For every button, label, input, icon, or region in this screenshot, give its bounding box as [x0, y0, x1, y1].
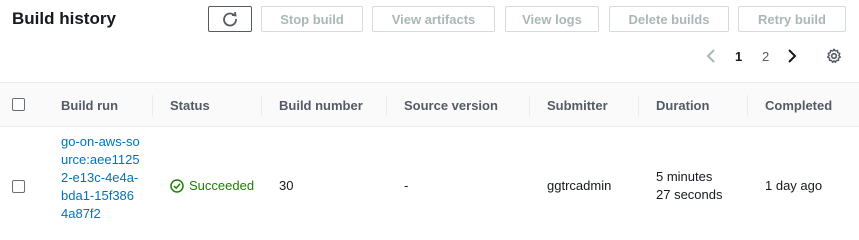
preferences-button[interactable] [826, 44, 844, 68]
column-header-source-version[interactable]: Source version [404, 83, 498, 128]
column-header-duration[interactable]: Duration [656, 83, 709, 128]
build-run-link[interactable]: go-on-aws-source:aee11252-e13c-4e4a-bda1… [61, 133, 141, 223]
column-header-completed[interactable]: Completed [765, 83, 832, 128]
next-page-button[interactable] [786, 44, 802, 68]
page-2-link[interactable]: 2 [762, 44, 769, 68]
view-logs-button[interactable]: View logs [505, 6, 599, 32]
column-header-build-run[interactable]: Build run [61, 83, 118, 128]
submitter-cell: ggtrcadmin [547, 178, 612, 193]
delete-builds-button[interactable]: Delete builds [609, 6, 729, 32]
duration-line-1: 5 minutes [656, 169, 713, 184]
column-divider [152, 95, 153, 116]
refresh-icon [223, 11, 237, 27]
column-header-build-number[interactable]: Build number [279, 83, 363, 128]
status-badge: Succeeded [170, 177, 254, 195]
status-text: Succeeded [189, 178, 255, 193]
chevron-right-icon [788, 49, 797, 63]
column-header-status[interactable]: Status [170, 83, 210, 128]
column-header-submitter[interactable]: Submitter [547, 83, 608, 128]
source-version-cell: - [404, 178, 409, 193]
column-divider [529, 95, 530, 116]
page-1-link[interactable]: 1 [735, 44, 742, 68]
select-all-checkbox[interactable] [12, 98, 25, 111]
view-artifacts-button[interactable]: View artifacts [372, 6, 495, 32]
column-divider [638, 95, 639, 116]
table-header: Build run Status Build number Source ver… [0, 82, 859, 127]
build-number-cell: 30 [279, 178, 294, 193]
duration-line-2: 27 seconds [656, 187, 723, 202]
check-circle-icon [170, 179, 184, 193]
column-divider [261, 95, 262, 116]
stop-build-button[interactable]: Stop build [261, 6, 363, 32]
gear-icon [827, 48, 841, 64]
column-divider [747, 95, 748, 116]
row-select-checkbox[interactable] [12, 180, 25, 193]
page-title: Build history [12, 9, 116, 28]
column-divider [386, 95, 387, 116]
completed-cell: 1 day ago [765, 178, 823, 193]
retry-build-button[interactable]: Retry build [738, 6, 846, 32]
previous-page-button[interactable] [705, 44, 721, 68]
refresh-button[interactable] [208, 6, 252, 32]
chevron-left-icon [706, 49, 715, 63]
